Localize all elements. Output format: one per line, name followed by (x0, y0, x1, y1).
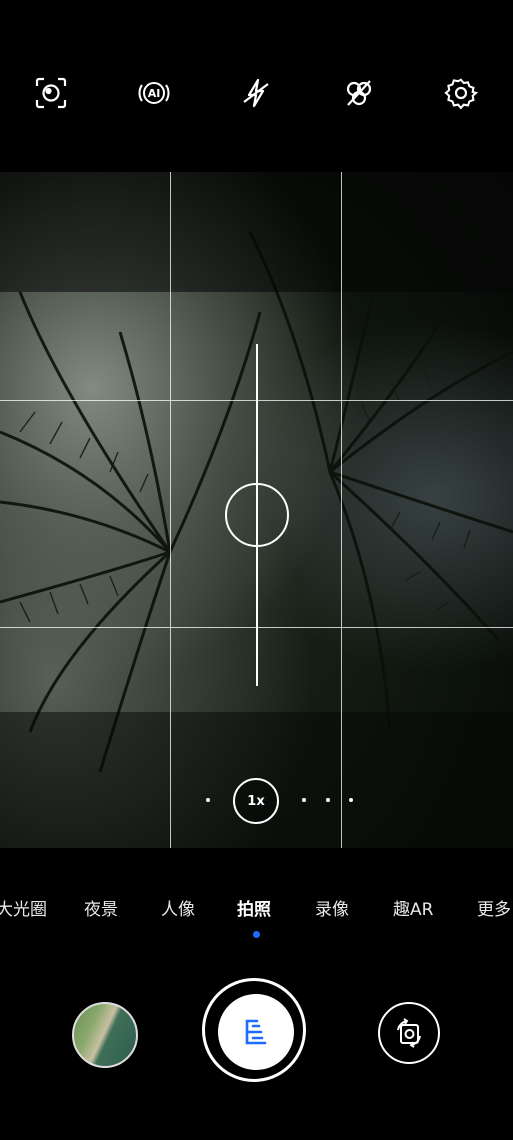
flash-off-icon[interactable] (237, 74, 275, 112)
zoom-dot[interactable] (206, 798, 210, 802)
zoom-level-button[interactable]: 1x (233, 778, 279, 824)
mode-video[interactable]: 录像 (315, 895, 349, 920)
ai-camera-icon[interactable]: AI (135, 74, 173, 112)
grid-line-vertical-right (341, 172, 342, 848)
zoom-dot[interactable] (326, 798, 330, 802)
portrait-focus-icon[interactable] (32, 74, 70, 112)
focus-ring[interactable] (225, 483, 289, 547)
switch-camera-button[interactable] (378, 1002, 440, 1064)
mode-wide-aperture[interactable]: 大光圈 (0, 895, 47, 920)
gallery-thumbnail[interactable] (72, 1002, 138, 1068)
mode-selector: 大光圈 夜景 人像 拍照 录像 趣AR 更多 (0, 895, 513, 931)
zoom-dot[interactable] (302, 798, 306, 802)
zoom-control: 1x (0, 775, 513, 825)
mode-portrait[interactable]: 人像 (161, 895, 195, 920)
mode-fun-ar[interactable]: 趣AR (393, 895, 433, 920)
live-photo-off-icon[interactable] (340, 74, 378, 112)
zoom-dot[interactable] (349, 798, 353, 802)
top-toolbar: AI (0, 0, 513, 172)
mode-photo[interactable]: 拍照 (237, 895, 271, 920)
zoom-label: 1x (247, 793, 265, 809)
mode-more[interactable]: 更多 (477, 895, 511, 920)
svg-text:AI: AI (148, 87, 161, 100)
mode-night[interactable]: 夜景 (84, 895, 118, 920)
switch-camera-icon (397, 1018, 421, 1048)
settings-gear-icon[interactable] (442, 74, 480, 112)
shutter-menu-icon (245, 1019, 267, 1045)
shutter-button[interactable] (218, 994, 294, 1070)
active-mode-indicator (253, 931, 260, 938)
grid-line-vertical-left (170, 172, 171, 848)
